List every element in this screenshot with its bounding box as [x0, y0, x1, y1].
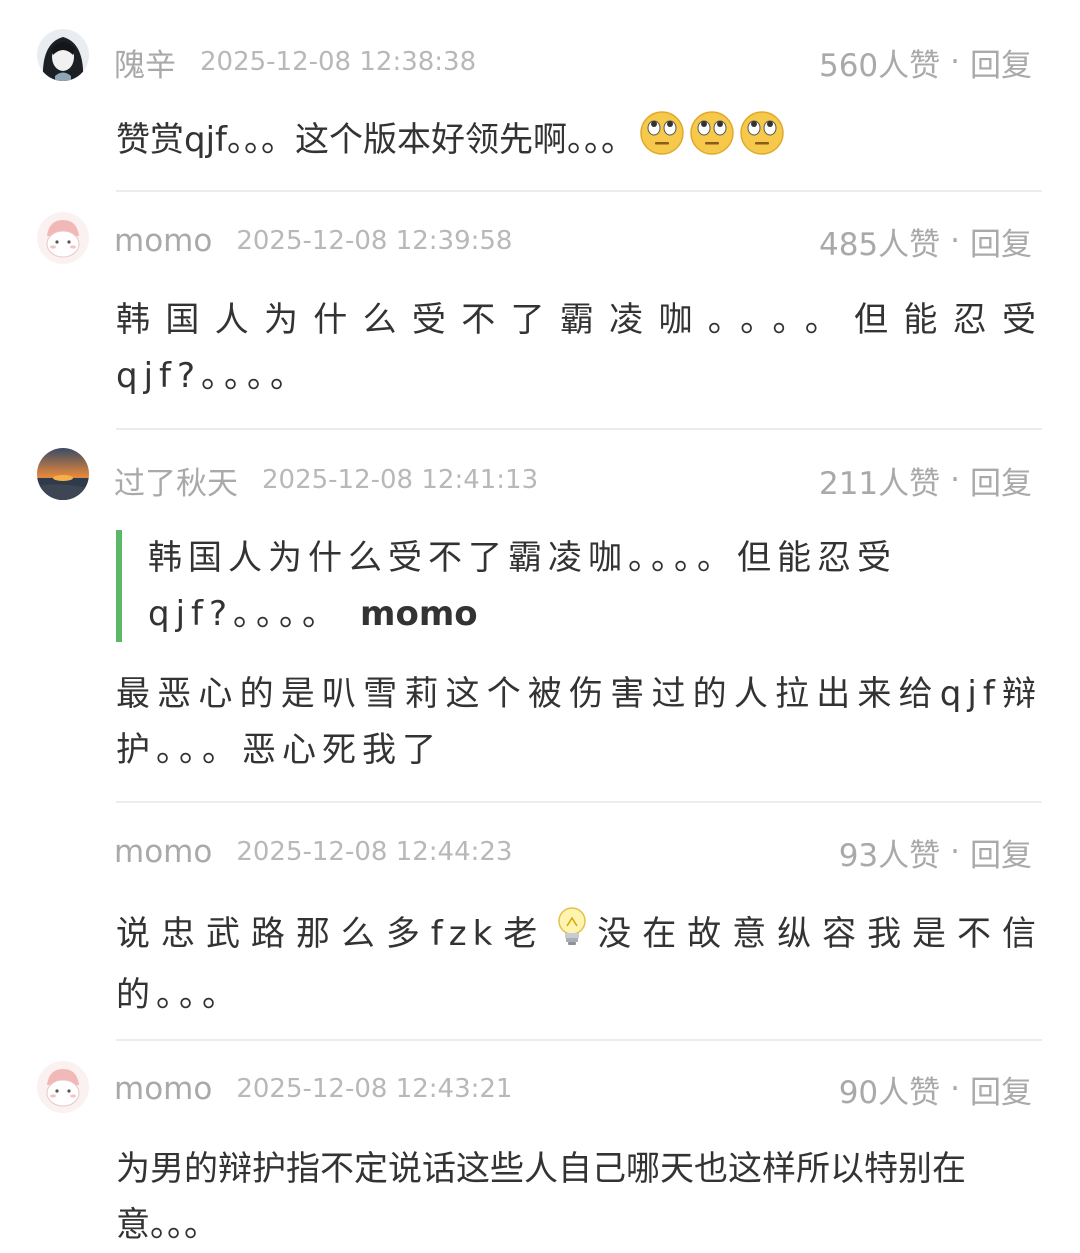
- emoji-group: [635, 111, 785, 160]
- comment-meta: momo 2025-12-08 12:44:23: [114, 832, 512, 872]
- timestamp: 2025-12-08 12:38:38: [200, 47, 477, 77]
- separator: ·: [950, 223, 960, 259]
- comment-text: 赞赏qjf。。。这个版本好领先啊。。。: [116, 110, 1042, 173]
- quoted-comment[interactable]: 韩国人为什么受不了霸凌咖。。。。但能忍受qjf?。。。。 momo: [116, 530, 1042, 642]
- comment-text-part: 说忠武路那么多fzk老: [116, 914, 549, 954]
- timestamp: 2025-12-08 12:44:23: [236, 837, 513, 867]
- reply-button[interactable]: 回复: [970, 458, 1032, 503]
- divider: [116, 1039, 1042, 1041]
- avatar[interactable]: [37, 1061, 89, 1113]
- divider: [116, 801, 1042, 803]
- face-with-rolling-eyes-icon: [689, 110, 735, 173]
- like-button[interactable]: 90人赞: [839, 1067, 940, 1112]
- light-bulb-icon: [552, 904, 592, 967]
- face-with-rolling-eyes-icon: [639, 110, 685, 173]
- separator: ·: [950, 1071, 960, 1107]
- like-button[interactable]: 93人赞: [839, 830, 940, 875]
- comment-text: 韩国人为什么受不了霸凌咖。。。。但能忍受qjf?。。。。: [116, 300, 1042, 396]
- comment-text: 最恶心的是叭雪莉这个被伤害过的人拉出来给qjf辩护。。。恶心死我了: [116, 674, 1042, 770]
- avatar[interactable]: [37, 448, 89, 500]
- divider: [116, 428, 1042, 430]
- comment-actions: 560人赞 · 回复: [819, 40, 1032, 85]
- username[interactable]: momo: [114, 223, 212, 259]
- username[interactable]: 隗辛: [114, 40, 176, 85]
- username[interactable]: momo: [114, 1071, 212, 1107]
- separator: ·: [950, 44, 960, 80]
- comment-meta: momo 2025-12-08 12:43:21: [114, 1069, 512, 1109]
- divider: [116, 190, 1042, 192]
- avatar[interactable]: [37, 212, 89, 264]
- reply-button[interactable]: 回复: [970, 40, 1032, 85]
- quote-text: 韩国人为什么受不了霸凌咖。。。。但能忍受qjf?。。。。: [148, 538, 897, 634]
- avatar[interactable]: [37, 29, 89, 81]
- separator: ·: [950, 462, 960, 498]
- comment-list: 隗辛 2025-12-08 12:38:38 560人赞 · 回复 赞赏qjf。…: [0, 0, 1080, 1245]
- username[interactable]: 过了秋天: [114, 458, 238, 503]
- comment-text: 说忠武路那么多fzk老 没在故意纵容我是不信的。。。: [116, 904, 1042, 1023]
- timestamp: 2025-12-08 12:41:13: [262, 465, 539, 495]
- like-button[interactable]: 560人赞: [819, 40, 940, 85]
- quote-author[interactable]: momo: [360, 594, 478, 634]
- reply-button[interactable]: 回复: [970, 830, 1032, 875]
- reply-button[interactable]: 回复: [970, 1067, 1032, 1112]
- comment-text-content: 赞赏qjf。。。这个版本好领先啊。。。: [116, 120, 635, 160]
- reply-button[interactable]: 回复: [970, 219, 1032, 264]
- timestamp: 2025-12-08 12:43:21: [236, 1074, 513, 1104]
- separator: ·: [950, 834, 960, 870]
- comment-meta: momo 2025-12-08 12:39:58: [114, 221, 512, 261]
- timestamp: 2025-12-08 12:39:58: [236, 226, 513, 256]
- like-button[interactable]: 485人赞: [819, 219, 940, 264]
- comment-actions: 90人赞 · 回复: [839, 1067, 1032, 1112]
- comment-actions: 93人赞 · 回复: [839, 830, 1032, 875]
- comment-actions: 485人赞 · 回复: [819, 219, 1032, 264]
- comment-actions: 211人赞 · 回复: [819, 458, 1032, 503]
- face-with-rolling-eyes-icon: [739, 110, 785, 173]
- comment-meta: 过了秋天 2025-12-08 12:41:13: [114, 458, 539, 503]
- like-button[interactable]: 211人赞: [819, 458, 940, 503]
- username[interactable]: momo: [114, 834, 212, 870]
- comment-text: 为男的辩护指不定说话这些人自己哪天也这样所以特别在意。。。: [116, 1149, 966, 1245]
- comment-meta: 隗辛 2025-12-08 12:38:38: [114, 40, 477, 85]
